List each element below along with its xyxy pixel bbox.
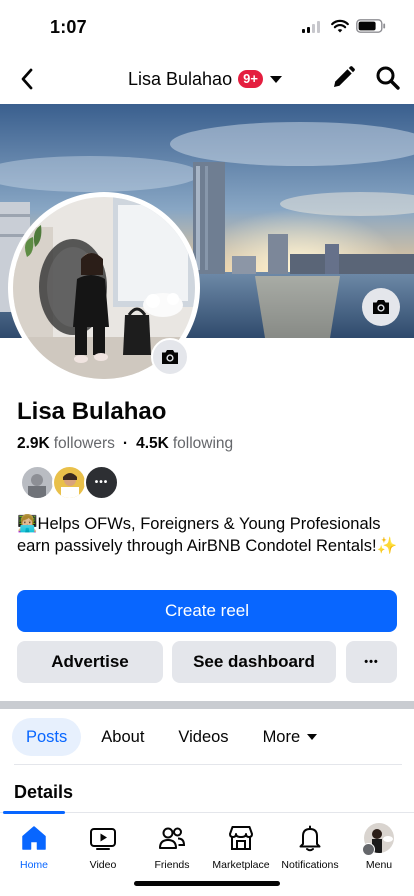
follow-counts: 2.9K followers · 4.5K following — [17, 435, 233, 453]
home-icon — [22, 826, 46, 850]
profile-switcher[interactable]: Lisa Bulahao 9+ — [128, 66, 282, 92]
tab-more-label: More — [262, 727, 301, 746]
nav-home[interactable]: Home — [0, 823, 70, 871]
following-count[interactable]: 4.5K — [136, 435, 169, 453]
friends-icon — [159, 827, 186, 849]
status-time: 1:07 — [50, 17, 87, 37]
profile-bio: 👩🏼‍💻Helps OFWs, Foreigners & Young Profe… — [17, 513, 402, 557]
details-heading: Details — [14, 782, 74, 802]
edit-button[interactable] — [329, 64, 357, 92]
more-friends-button[interactable]: ••• — [84, 465, 119, 500]
wifi-icon — [331, 19, 349, 33]
see-dashboard-button[interactable]: See dashboard — [172, 641, 336, 683]
back-button[interactable] — [12, 64, 42, 94]
nav-label: Notifications — [281, 859, 339, 871]
marketplace-icon — [229, 826, 253, 850]
tab-videos[interactable]: Videos — [164, 718, 242, 756]
video-icon — [90, 828, 116, 850]
active-tab-indicator — [3, 811, 65, 814]
nav-marketplace[interactable]: Marketplace — [205, 823, 277, 871]
nav-video[interactable]: Video — [67, 823, 139, 871]
chevron-left-icon — [21, 68, 33, 90]
friend-avatar[interactable] — [52, 465, 87, 500]
nav-label: Friends — [154, 859, 190, 871]
section-divider — [0, 701, 414, 709]
tab-more[interactable]: More — [249, 718, 332, 756]
notification-badge: 9+ — [238, 70, 263, 88]
nav-label: Home — [19, 859, 48, 871]
followers-label[interactable]: followers — [54, 435, 115, 453]
edit-profile-picture-button[interactable] — [151, 338, 189, 376]
edit-cover-button[interactable] — [362, 288, 400, 326]
create-reel-button[interactable]: Create reel — [17, 590, 397, 632]
nav-friends[interactable]: Friends — [136, 823, 208, 871]
friend-avatar[interactable] — [20, 465, 55, 500]
tabs-separator — [14, 764, 402, 765]
status-bar: 1:07 — [0, 0, 414, 54]
search-icon — [376, 66, 400, 90]
bio-text: Helps OFWs, Foreigners & Young Profesion… — [17, 515, 398, 555]
profile-actions-row: Advertise See dashboard ••• — [17, 641, 397, 683]
header-title: Lisa Bulahao — [128, 68, 233, 89]
tab-posts[interactable]: Posts — [12, 718, 82, 756]
camera-icon — [373, 300, 389, 314]
profile-tabs: Posts About Videos More — [12, 718, 337, 756]
home-indicator — [134, 881, 280, 886]
cellular-signal-icon — [302, 21, 322, 33]
bell-icon — [299, 825, 321, 852]
nav-label: Video — [89, 859, 117, 871]
nav-notifications[interactable]: Notifications — [274, 823, 346, 871]
advertise-button[interactable]: Advertise — [17, 641, 163, 683]
nav-menu[interactable]: Menu — [343, 823, 414, 871]
nav-label: Menu — [365, 859, 393, 871]
search-button[interactable] — [374, 64, 402, 92]
more-options-button[interactable]: ••• — [346, 641, 397, 683]
caret-down-icon — [307, 734, 318, 740]
pencil-icon — [334, 66, 355, 87]
profile-name: Lisa Bulahao — [17, 398, 167, 425]
bio-emoji: 👩🏼‍💻 — [17, 515, 38, 533]
mutual-friends-row[interactable]: ••• — [20, 465, 119, 500]
tab-about[interactable]: About — [87, 718, 158, 756]
nav-label: Marketplace — [212, 859, 270, 871]
following-label[interactable]: following — [173, 435, 233, 453]
menu-badge-icon — [362, 843, 375, 856]
separator-dot: · — [122, 435, 129, 452]
caret-down-icon — [269, 75, 282, 83]
camera-icon — [162, 350, 178, 364]
profile-header: Lisa Bulahao 9+ — [0, 54, 414, 104]
battery-icon — [356, 19, 386, 33]
followers-count[interactable]: 2.9K — [17, 435, 50, 453]
